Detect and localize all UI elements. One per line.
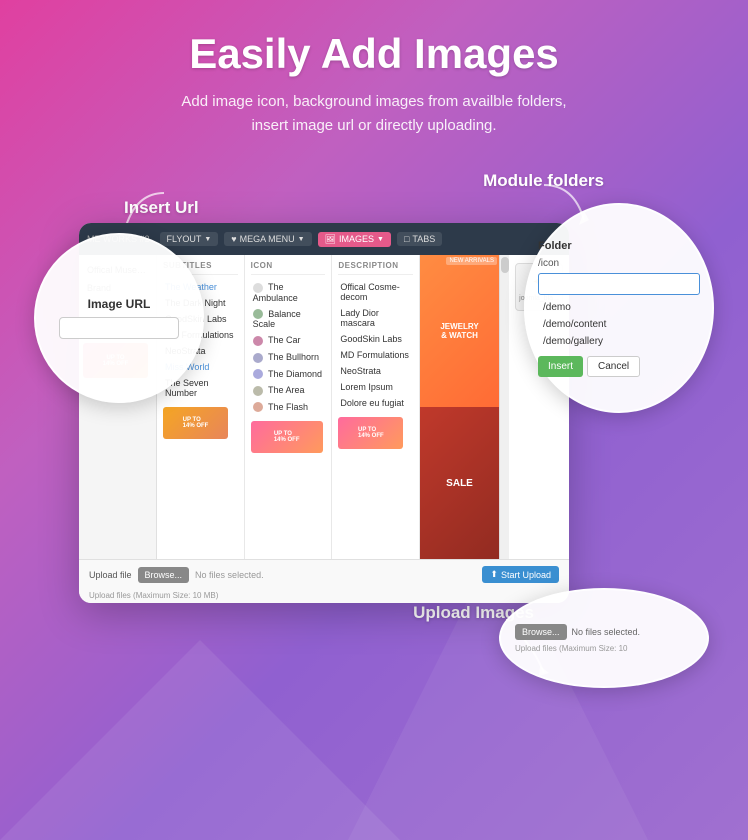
insert-url-label: Insert Url	[124, 198, 199, 218]
page-subtitle: Add image icon, background images from a…	[20, 90, 728, 138]
upload-browse-button[interactable]: Browse...	[515, 624, 567, 640]
icon-bullet-6	[253, 402, 263, 412]
icon-banners: UP TO14% OFF	[251, 421, 326, 453]
upload-bar: Upload file Browse... No files selected.…	[79, 559, 569, 589]
icon-item-4[interactable]: The Diamond	[251, 366, 326, 383]
upload-no-file: No files selected.	[572, 627, 641, 637]
subtitles-banners: UP TO14% OFF	[163, 407, 238, 439]
icon-column: ICON The Ambulance Balance Scale The Car	[245, 255, 333, 559]
icon-header: ICON	[251, 261, 326, 275]
upload-note: Upload files (Maximum Size: 10 MB)	[79, 589, 569, 603]
right-panel-bottom: SALE	[420, 407, 499, 559]
tabs-button[interactable]: □ TABS	[397, 232, 442, 246]
icon-item-0[interactable]: The Ambulance	[251, 279, 326, 306]
icon-item-1[interactable]: Balance Scale	[251, 306, 326, 333]
icon-item-2[interactable]: The Car	[251, 332, 326, 349]
desc-item-5: Lorem Ipsum	[338, 379, 413, 395]
desc-banners: UP TO14% OFF	[338, 417, 413, 449]
upload-label: Upload file	[89, 570, 132, 580]
images-caret: ▼	[377, 236, 384, 243]
flyout-caret: ▼	[204, 236, 211, 243]
folder-search-input[interactable]	[538, 273, 700, 295]
images-button[interactable]: 🖼 IMAGES ▼	[318, 232, 391, 247]
folder-cancel-button[interactable]: Cancel	[587, 356, 640, 377]
icon-item-6[interactable]: The Flash	[251, 399, 326, 416]
right-panel-top: NEW ARRIVALS JEWELRY& WATCH	[420, 255, 499, 407]
desc-item-3: MD Formulations	[338, 347, 413, 363]
upload-icon: ⬆	[490, 569, 498, 580]
icon-bullet-5	[253, 386, 263, 396]
no-file-text: No files selected.	[195, 570, 264, 580]
mega-menu-caret: ▼	[298, 236, 305, 243]
ui-content-area: SUBTITLES The Weather The Dark Night Goo…	[157, 255, 569, 559]
upload-images-circle: Browse... No files selected. Upload file…	[499, 588, 709, 688]
page-header: Easily Add Images Add image icon, backgr…	[0, 0, 748, 153]
desc-item-0: Offical Cosme-decom	[338, 279, 413, 305]
scrollbar[interactable]	[499, 255, 509, 559]
folder-label: Folder	[538, 240, 700, 252]
flyout-button[interactable]: FLYOUT ▼	[160, 232, 219, 246]
right-panels: NEW ARRIVALS JEWELRY& WATCH SALE	[419, 255, 499, 559]
module-folders-label: Module folders	[483, 171, 604, 191]
page-title: Easily Add Images	[20, 30, 728, 78]
desc-item-2: GoodSkin Labs	[338, 331, 413, 347]
mega-menu-button[interactable]: ♥ MEGA MENU ▼	[224, 232, 311, 246]
icon-bullet-3	[253, 353, 263, 363]
description-column: DESCRIPTION Offical Cosme-decom Lady Dio…	[332, 255, 419, 559]
folder-option-0[interactable]: /demo	[538, 299, 700, 316]
desc-item-1: Lady Dior mascara	[338, 305, 413, 331]
icon-bullet-2	[253, 336, 263, 346]
start-upload-button[interactable]: ⬆ Start Upload	[482, 566, 559, 583]
folder-insert-button[interactable]: Insert	[538, 356, 583, 377]
browse-button[interactable]: Browse...	[138, 567, 190, 583]
desc-item-4: NeoStrata	[338, 363, 413, 379]
desc-item-6: Dolore eu fugiat	[338, 395, 413, 411]
icon-item-3[interactable]: The Bullhorn	[251, 349, 326, 366]
folder-option-1[interactable]: /demo/content	[538, 316, 700, 333]
description-header: DESCRIPTION	[338, 261, 413, 275]
folder-option-2[interactable]: /demo/gallery	[538, 333, 700, 350]
icon-bullet-4	[253, 369, 263, 379]
icon-bullet-1	[253, 309, 263, 319]
upload-circle-note: Upload files (Maximum Size: 10	[515, 644, 693, 653]
image-url-input[interactable]	[59, 317, 179, 339]
image-url-label: Image URL	[59, 297, 179, 311]
icon-item-5[interactable]: The Area	[251, 382, 326, 399]
folder-current: /icon	[538, 258, 700, 269]
insert-url-circle: Image URL	[34, 233, 204, 403]
mockup-area: Insert Url Module folders Upload Images …	[24, 163, 724, 743]
icon-bullet-0	[253, 283, 263, 293]
module-folders-circle: Folder /icon /demo /demo/content /demo/g…	[524, 203, 714, 413]
